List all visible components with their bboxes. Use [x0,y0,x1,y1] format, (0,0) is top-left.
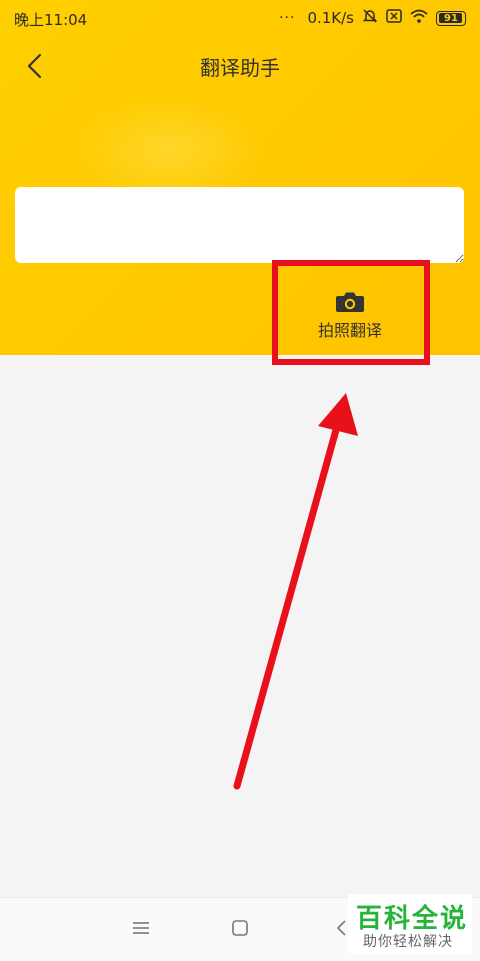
nav-menu-button[interactable] [126,916,156,940]
nav-home-button[interactable] [225,916,255,940]
camera-icon [336,292,364,312]
watermark-title: 百科全说 [356,904,469,934]
status-bar: 晚上11:04 ··· 0.1K/s 91 [0,0,480,36]
mute-bell-icon [362,8,378,28]
battery-icon: 91 [436,10,466,26]
photo-translate-label: 拍照翻译 [317,321,382,340]
status-time: 晚上11:04 [14,11,88,29]
menu-icon [133,922,149,934]
sim-x-icon [386,9,402,27]
status-dots: ··· [279,10,296,26]
home-square-icon [232,920,248,936]
network-speed: 0.1K/s [307,9,354,27]
watermark: 百科全说 助你轻松解决 [348,894,472,954]
back-triangle-icon [337,920,346,936]
translate-input[interactable] [15,187,464,263]
battery-level: 91 [444,12,458,24]
photo-translate-button[interactable]: 拍照翻译 [285,275,415,355]
wifi-icon [410,9,428,27]
status-icons: ··· 0.1K/s 91 [279,8,466,28]
watermark-subtitle: 助你轻松解决 [363,934,453,950]
page-title: 翻译助手 [200,56,280,80]
